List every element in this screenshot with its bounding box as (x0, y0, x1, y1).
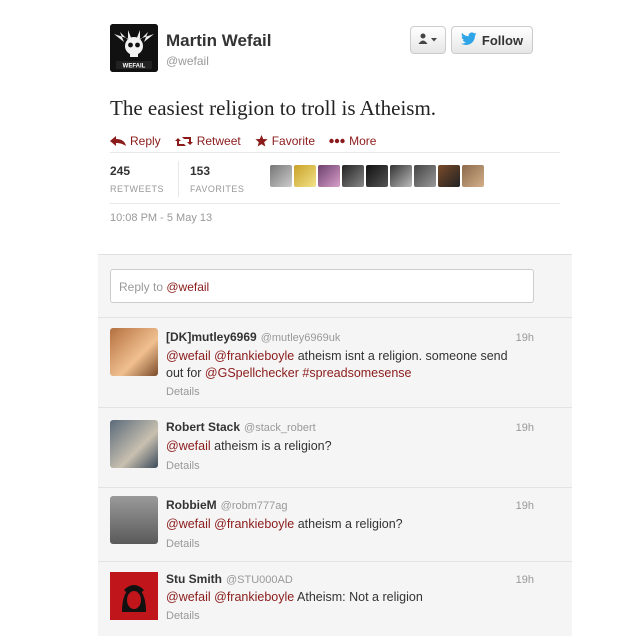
reply-text: @wefail @frankieboyle atheism a religion… (166, 516, 516, 533)
user-actions-button[interactable] (410, 26, 446, 54)
tweet-stats: 245 RETWEETS 153 FAVORITES (110, 152, 560, 204)
mention-link[interactable]: @wefail (166, 590, 211, 604)
user-dropdown-icon (418, 33, 438, 48)
mention-link[interactable]: @frankieboyle (214, 349, 294, 363)
reply-author[interactable]: Robert Stack @stack_robert (166, 420, 316, 434)
reply-input[interactable]: Reply to @wefail (110, 269, 534, 303)
bird-icon (460, 32, 477, 48)
mention-link[interactable]: @wefail (166, 439, 211, 453)
reply-item: [DK]mutley6969 @mutley6969uk 19h @wefail … (98, 317, 572, 407)
replies-section: Reply to @wefail [DK]mutley6969 @mutley69… (98, 254, 572, 636)
reply-author[interactable]: RobbieM @robm777ag (166, 498, 288, 512)
follow-label: Follow (481, 32, 524, 48)
tweet-card: WEFAIL Martin Wefail @wefail Follow The … (98, 12, 572, 636)
reply-text: @wefail @frankieboyle atheism isnt a rel… (166, 348, 516, 382)
favoriter-avatar[interactable] (390, 165, 412, 187)
tweet-main: WEFAIL Martin Wefail @wefail Follow The … (98, 12, 572, 252)
portrait-icon (110, 572, 158, 620)
reply-author-handle: @robm777ag (220, 500, 288, 512)
reply-author-name: Robert Stack (166, 420, 241, 434)
skull-logo-icon: WEFAIL (110, 24, 158, 72)
favoriter-avatar[interactable] (414, 165, 436, 187)
more-action[interactable]: More (329, 134, 376, 148)
reply-mention: @wefail (166, 280, 210, 294)
reply-icon (110, 136, 126, 146)
retweets-stat[interactable]: 245 RETWEETS (110, 164, 164, 194)
reply-details-link[interactable]: Details (166, 538, 200, 550)
favoriter-avatar[interactable] (318, 165, 340, 187)
reply-author[interactable]: Stu Smith @STU000AD (166, 572, 293, 586)
mention-link[interactable]: @wefail (166, 349, 211, 363)
follow-button[interactable]: Follow (451, 26, 533, 54)
mention-link[interactable]: @wefail (166, 517, 211, 531)
favorites-label: FAVORITES (190, 184, 245, 194)
more-dots-icon (329, 138, 345, 144)
reply-avatar[interactable] (110, 420, 158, 468)
reply-time[interactable]: 19h (516, 332, 534, 344)
favorite-label: Favorite (271, 134, 316, 148)
reply-avatar[interactable] (110, 496, 158, 544)
favorites-count: 153 (190, 164, 211, 178)
retweets-count: 245 (110, 164, 131, 178)
reply-author[interactable]: [DK]mutley6969 @mutley6969uk (166, 330, 340, 344)
reply-item: Robert Stack @stack_robert 19h @wefail at… (98, 407, 572, 487)
retweet-icon (174, 136, 193, 146)
reply-time[interactable]: 19h (516, 574, 534, 586)
mention-link[interactable]: @frankieboyle (214, 590, 294, 604)
avatar-logo-text: WEFAIL (123, 64, 146, 70)
reply-details-link[interactable]: Details (166, 610, 200, 622)
reply-time[interactable]: 19h (516, 422, 534, 434)
tweet-actions: Reply Retweet Favorite More (110, 134, 376, 148)
more-label: More (349, 134, 377, 148)
mention-link[interactable]: @GSpellchecker (205, 366, 299, 380)
favoriter-avatar[interactable] (270, 165, 292, 187)
author-name[interactable]: Martin Wefail (166, 31, 271, 51)
favoriter-avatar[interactable] (366, 165, 388, 187)
favoriter-avatar[interactable] (294, 165, 316, 187)
reply-time[interactable]: 19h (516, 500, 534, 512)
reply-text-segment: Atheism: Not a religion (294, 590, 423, 604)
reply-text: @wefail atheism is a religion? (166, 438, 516, 455)
mention-link[interactable]: #spreadsomesense (302, 366, 411, 380)
tweet-text: The easiest religion to troll is Atheism… (110, 96, 437, 120)
reply-author-name: [DK]mutley6969 (166, 330, 257, 344)
reply-author-handle: @STU000AD (226, 574, 293, 586)
favoriter-avatar[interactable] (462, 165, 484, 187)
star-icon (255, 135, 268, 147)
stats-divider (178, 161, 179, 197)
author-avatar[interactable]: WEFAIL (110, 24, 158, 72)
favoriter-avatar[interactable] (438, 165, 460, 187)
reply-author-name: RobbieM (166, 498, 217, 512)
reply-text: @wefail @frankieboyle Atheism: Not a rel… (166, 589, 516, 606)
reply-item: Stu Smith @STU000AD 19h @wefail @frankieb… (98, 561, 572, 637)
favorite-action[interactable]: Favorite (255, 134, 315, 148)
reply-author-name: Stu Smith (166, 572, 222, 586)
favoriter-avatars (270, 165, 484, 187)
reply-item: RobbieM @robm777ag 19h @wefail @frankiebo… (98, 487, 572, 561)
reply-details-link[interactable]: Details (166, 460, 200, 472)
reply-author-handle: @mutley6969uk (260, 332, 341, 344)
reply-details-link[interactable]: Details (166, 386, 200, 398)
reply-action[interactable]: Reply (110, 134, 161, 148)
retweet-label: Retweet (196, 134, 241, 148)
reply-avatar[interactable] (110, 328, 158, 376)
reply-placeholder: Reply to (119, 280, 167, 294)
reply-text-segment: atheism a religion? (294, 517, 403, 531)
mention-link[interactable]: @frankieboyle (214, 517, 294, 531)
favorites-stat[interactable]: 153 FAVORITES (190, 164, 244, 194)
author-handle[interactable]: @wefail (166, 54, 209, 68)
reply-label: Reply (130, 134, 161, 148)
reply-text-segment: atheism is a religion? (210, 439, 332, 453)
reply-avatar[interactable] (110, 572, 158, 620)
retweets-label: RETWEETS (110, 184, 165, 194)
retweet-action[interactable]: Retweet (174, 134, 241, 148)
favoriter-avatar[interactable] (342, 165, 364, 187)
tweet-timestamp[interactable]: 10:08 PM - 5 May 13 (110, 212, 212, 224)
reply-author-handle: @stack_robert (244, 422, 316, 434)
